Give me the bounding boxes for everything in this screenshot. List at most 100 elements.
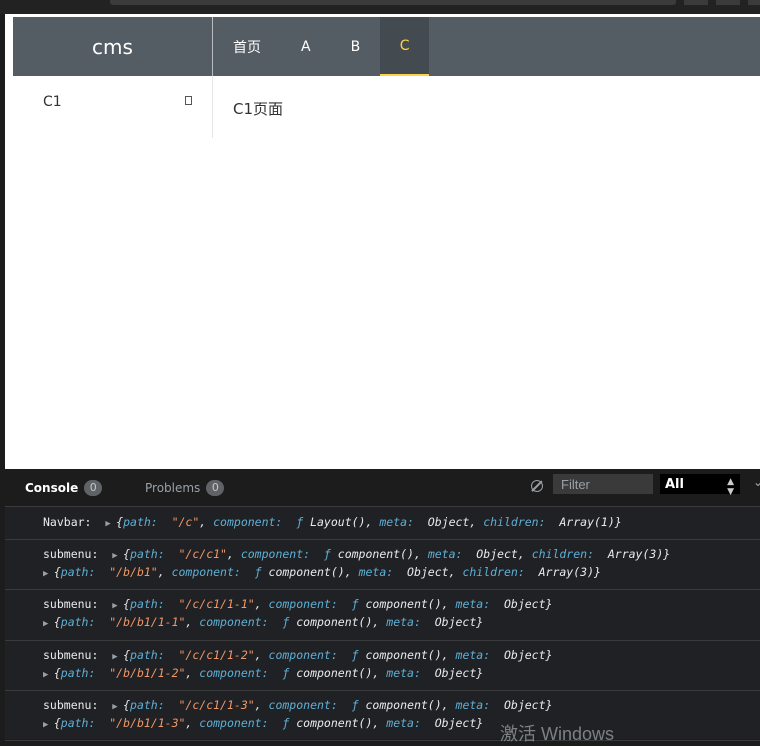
object-value: Object [427,666,477,680]
count-badge: 0 [206,479,225,496]
function-marker: ƒ [289,515,311,529]
object-preview[interactable]: {path: "/c", component: ƒ Layout(), meta… [116,515,622,529]
object-value: component() [365,648,442,662]
object-value: component() [365,597,442,611]
object-value: "/c" [164,515,200,529]
object-value: component() [365,698,442,712]
object-value: "/b/b1" [102,565,158,579]
object-key: path: [60,666,103,680]
function-marker: ƒ [344,698,366,712]
expand-triangle-icon[interactable]: ▶ [105,519,116,529]
object-preview[interactable]: {path: "/b/b1/1-3", component: ƒ compone… [54,716,483,730]
object-value: Layout() [310,515,366,529]
object-value: Array(3) [531,565,594,579]
console-line: submenu: ▶ {path: "/c/c1/1-1", component… [43,597,552,611]
console-line: submenu: ▶ {path: "/c/c1/1-2", component… [43,648,552,662]
object-value: component() [296,615,373,629]
console-label: submenu: [43,547,113,561]
object-value: Array(3) [600,547,664,561]
object-preview[interactable]: {path: "/c/c1/1-1", component: ƒ compone… [123,597,552,611]
expand-triangle-icon[interactable]: ▶ [112,702,123,712]
object-key: meta: [358,565,401,579]
object-key: meta: [455,597,498,611]
expand-triangle-icon[interactable]: ▶ [43,670,54,680]
nav-item-b[interactable]: B [331,17,381,76]
object-key: component: [199,615,276,629]
app-logo: cms [92,34,133,59]
object-value: component() [337,547,414,561]
tab-label: Problems [145,480,201,495]
toolbar-button[interactable] [748,0,760,5]
address-bar[interactable] [110,0,676,5]
devtools-panel: Console 0 Problems 0 All ▲▼ ⌄ Navbar: ▶ … [5,469,760,741]
clear-console-icon[interactable] [531,480,543,492]
object-value: Object [427,615,477,629]
object-preview[interactable]: {path: "/c/c1", component: ƒ component()… [123,547,670,561]
console-message: Navbar: ▶ {path: "/c", component: ƒ Layo… [5,507,760,540]
expand-triangle-icon[interactable]: ▶ [112,601,123,611]
nav-item-a[interactable]: A [281,17,331,76]
log-level-value: All [665,476,684,492]
expand-triangle-icon[interactable]: ▶ [43,720,54,730]
page-content-title: C1页面 [233,100,284,118]
object-value: "/c/c1/1-2" [171,648,255,662]
object-value: Object [427,716,477,730]
nav-item-home[interactable]: 首页 [213,17,281,76]
console-message: submenu: ▶ {path: "/c/c1/1-3", component… [5,690,760,741]
object-value: component() [296,716,373,730]
object-key: children: [462,565,532,579]
console-line: ▶ {path: "/b/b1/1-2", component: ƒ compo… [43,666,483,680]
log-level-select[interactable]: All ▲ ▼ [660,474,740,497]
console-label: submenu: [43,698,113,712]
tab-problems[interactable]: Problems 0 [145,469,225,506]
tab-console[interactable]: Console 0 [25,469,103,506]
expand-triangle-icon[interactable]: ▶ [43,569,54,579]
expand-triangle-icon[interactable]: ▶ [43,619,54,629]
top-nav: 首页 A B C [213,17,430,76]
sidebar-item-c1[interactable]: C1 [13,76,212,132]
object-preview[interactable]: {path: "/c/c1/1-2", component: ƒ compone… [123,648,552,662]
console-label: submenu: [43,597,113,611]
function-marker: ƒ [247,565,269,579]
object-preview[interactable]: {path: "/b/b1", component: ƒ component()… [54,565,601,579]
console-line: submenu: ▶ {path: "/c/c1/1-3", component… [43,698,552,712]
expand-triangle-icon[interactable]: ▶ [112,551,123,561]
browser-top-strip [0,0,760,14]
console-message: submenu: ▶ {path: "/c/c1", component: ƒ … [5,539,760,590]
object-value: "/c/c1/1-1" [171,597,255,611]
filter-input[interactable] [553,474,653,494]
devtools-tabbar: Console 0 Problems 0 All ▲▼ ⌄ [5,469,760,507]
nav-item-c[interactable]: C [380,17,430,76]
app-header: cms 首页 A B C [13,17,760,76]
toolbar-button[interactable] [716,0,740,5]
chevron-down-icon[interactable]: ⌄ [753,475,760,489]
page-viewport: cms 首页 A B C C1 C1页面 [5,14,760,469]
object-key: path: [130,547,172,561]
object-key: path: [60,716,103,730]
object-value: component() [268,565,345,579]
count-badge: 0 [84,479,103,496]
object-value: Object [400,565,449,579]
object-value: Object [469,547,518,561]
object-value: "/b/b1/1-3" [102,716,186,730]
function-marker: ƒ [275,615,297,629]
object-key: path: [130,648,172,662]
function-marker: ƒ [275,666,297,680]
object-value: "/c/c1/1-3" [171,698,255,712]
function-marker: ƒ [344,648,366,662]
object-key: path: [60,615,103,629]
object-preview[interactable]: {path: "/b/b1/1-2", component: ƒ compone… [54,666,483,680]
console-line: ▶ {path: "/b/b1/1-3", component: ƒ compo… [43,716,483,730]
activation-watermark: 激活 Windows [500,724,615,744]
expand-triangle-icon[interactable]: ▶ [112,652,123,662]
sidebar: C1 [13,76,213,138]
object-value: "/b/b1/1-1" [102,615,186,629]
object-preview[interactable]: {path: "/b/b1/1-1", component: ƒ compone… [54,615,483,629]
function-marker: ƒ [275,716,297,730]
object-key: component: [171,565,248,579]
sidebar-item-label: C1 [43,94,62,110]
object-value: "/c/c1" [171,547,227,561]
object-preview[interactable]: {path: "/c/c1/1-3", component: ƒ compone… [123,698,552,712]
toolbar-button[interactable] [684,0,708,5]
console-line: submenu: ▶ {path: "/c/c1", component: ƒ … [43,547,670,561]
